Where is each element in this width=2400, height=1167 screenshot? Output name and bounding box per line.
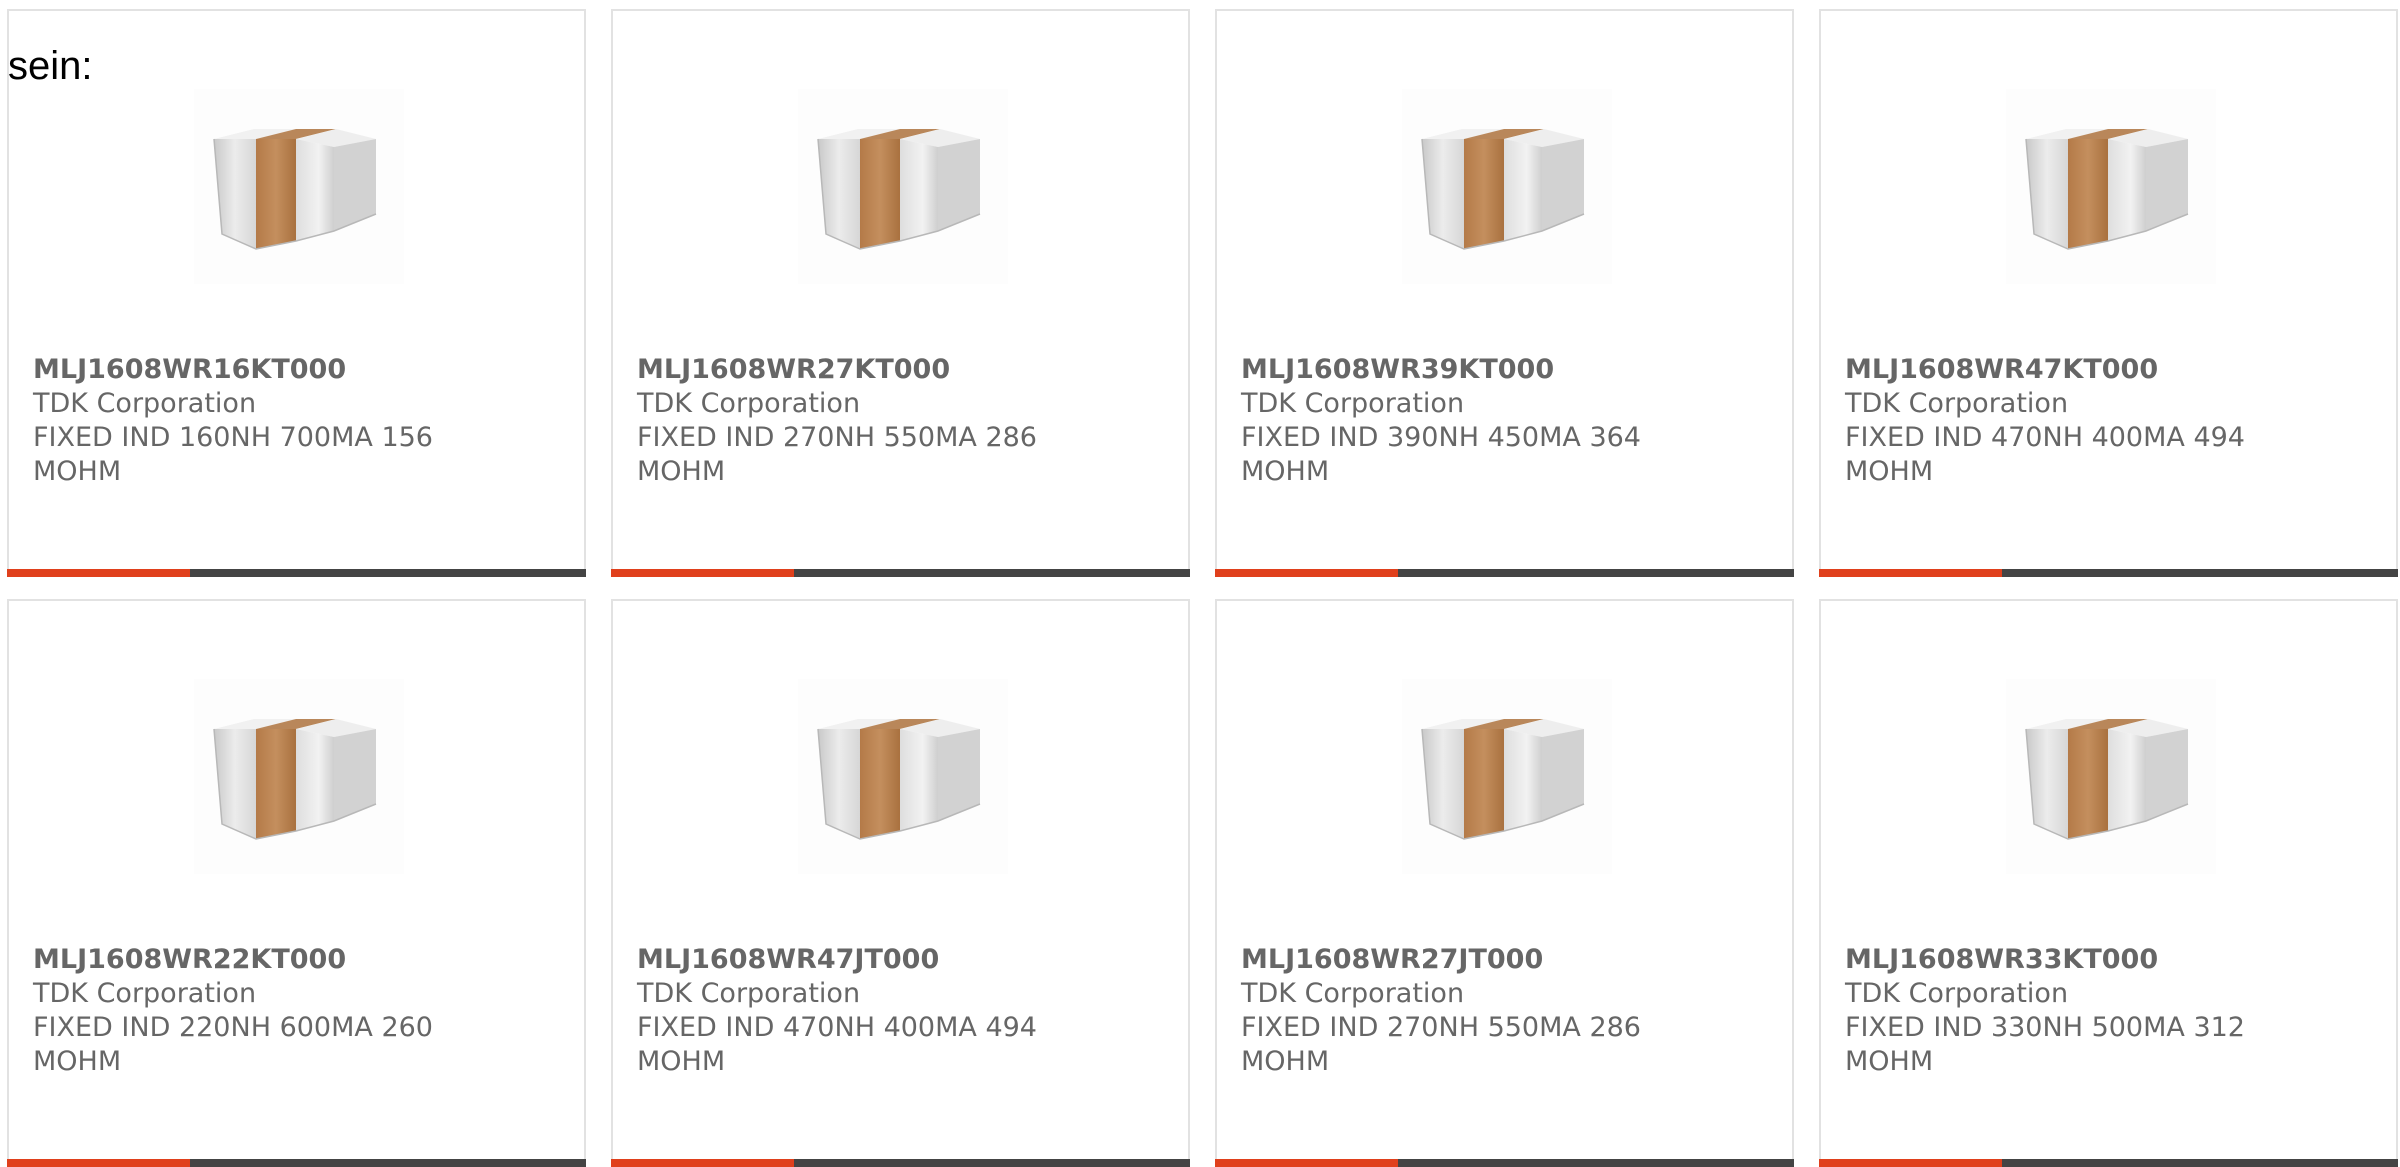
card-accent-bar (1215, 569, 1398, 577)
card-accent-bar (611, 1159, 794, 1167)
part-number[interactable]: MLJ1608WR33KT000 (1845, 943, 2275, 977)
card-accent-bar (611, 569, 794, 577)
card-bottom-bar (1819, 569, 2398, 577)
product-description: FIXED IND 470NH 400MA 494 MOHM (1845, 422, 2245, 487)
card-bottom-bar (611, 1159, 1190, 1167)
product-card[interactable]: MLJ1608WR22KT000 TDK Corporation FIXED I… (7, 599, 586, 1167)
product-card[interactable]: MLJ1608WR47KT000 TDK Corporation FIXED I… (1819, 9, 2398, 577)
product-description: FIXED IND 330NH 500MA 312 MOHM (1845, 1012, 2245, 1077)
product-card[interactable]: MLJ1608WR39KT000 TDK Corporation FIXED I… (1215, 9, 1794, 577)
smd-inductor-chip-icon[interactable] (2006, 679, 2216, 874)
manufacturer: TDK Corporation (637, 978, 861, 1009)
manufacturer: TDK Corporation (1845, 388, 2069, 419)
smd-inductor-chip-icon[interactable] (194, 89, 404, 284)
product-info: MLJ1608WR33KT000 TDK Corporation FIXED I… (1845, 943, 2275, 1079)
part-number[interactable]: MLJ1608WR16KT000 (33, 353, 463, 387)
card-bottom-bar (1215, 569, 1794, 577)
product-card[interactable]: MLJ1608WR47JT000 TDK Corporation FIXED I… (611, 599, 1190, 1167)
product-info: MLJ1608WR27JT000 TDK Corporation FIXED I… (1241, 943, 1671, 1079)
card-accent-bar (1819, 569, 2002, 577)
product-info: MLJ1608WR47KT000 TDK Corporation FIXED I… (1845, 353, 2275, 489)
page: sein: MLJ1608WR16KT000 TDK Corporation F… (0, 0, 2400, 1167)
card-bottom-bar (1819, 1159, 2398, 1167)
smd-inductor-chip-icon[interactable] (2006, 89, 2216, 284)
card-bottom-bar (7, 569, 586, 577)
part-number[interactable]: MLJ1608WR22KT000 (33, 943, 463, 977)
card-bottom-bar (1215, 1159, 1794, 1167)
card-bottom-bar (7, 1159, 586, 1167)
product-info: MLJ1608WR27KT000 TDK Corporation FIXED I… (637, 353, 1067, 489)
manufacturer: TDK Corporation (1241, 388, 1465, 419)
card-accent-bar (7, 569, 190, 577)
smd-inductor-chip-icon[interactable] (798, 89, 1008, 284)
smd-inductor-chip-icon[interactable] (194, 679, 404, 874)
manufacturer: TDK Corporation (637, 388, 861, 419)
smd-inductor-chip-icon[interactable] (1402, 679, 1612, 874)
product-description: FIXED IND 220NH 600MA 260 MOHM (33, 1012, 433, 1077)
smd-inductor-chip-icon[interactable] (1402, 89, 1612, 284)
product-description: FIXED IND 390NH 450MA 364 MOHM (1241, 422, 1641, 487)
part-number[interactable]: MLJ1608WR27JT000 (1241, 943, 1671, 977)
manufacturer: TDK Corporation (1241, 978, 1465, 1009)
manufacturer: TDK Corporation (33, 978, 257, 1009)
product-card[interactable]: MLJ1608WR16KT000 TDK Corporation FIXED I… (7, 9, 586, 577)
smd-inductor-chip-icon[interactable] (798, 679, 1008, 874)
product-info: MLJ1608WR16KT000 TDK Corporation FIXED I… (33, 353, 463, 489)
part-number[interactable]: MLJ1608WR47KT000 (1845, 353, 2275, 387)
card-accent-bar (1215, 1159, 1398, 1167)
product-description: FIXED IND 270NH 550MA 286 MOHM (637, 422, 1037, 487)
manufacturer: TDK Corporation (33, 388, 257, 419)
intro-text: sein: (8, 44, 93, 88)
product-info: MLJ1608WR39KT000 TDK Corporation FIXED I… (1241, 353, 1671, 489)
product-card[interactable]: MLJ1608WR33KT000 TDK Corporation FIXED I… (1819, 599, 2398, 1167)
card-bottom-bar (611, 569, 1190, 577)
part-number[interactable]: MLJ1608WR47JT000 (637, 943, 1067, 977)
card-accent-bar (7, 1159, 190, 1167)
product-info: MLJ1608WR22KT000 TDK Corporation FIXED I… (33, 943, 463, 1079)
product-card[interactable]: MLJ1608WR27KT000 TDK Corporation FIXED I… (611, 9, 1190, 577)
product-description: FIXED IND 470NH 400MA 494 MOHM (637, 1012, 1037, 1077)
part-number[interactable]: MLJ1608WR39KT000 (1241, 353, 1671, 387)
manufacturer: TDK Corporation (1845, 978, 2069, 1009)
product-description: FIXED IND 160NH 700MA 156 MOHM (33, 422, 433, 487)
card-accent-bar (1819, 1159, 2002, 1167)
part-number[interactable]: MLJ1608WR27KT000 (637, 353, 1067, 387)
product-card[interactable]: MLJ1608WR27JT000 TDK Corporation FIXED I… (1215, 599, 1794, 1167)
product-info: MLJ1608WR47JT000 TDK Corporation FIXED I… (637, 943, 1067, 1079)
product-description: FIXED IND 270NH 550MA 286 MOHM (1241, 1012, 1641, 1077)
